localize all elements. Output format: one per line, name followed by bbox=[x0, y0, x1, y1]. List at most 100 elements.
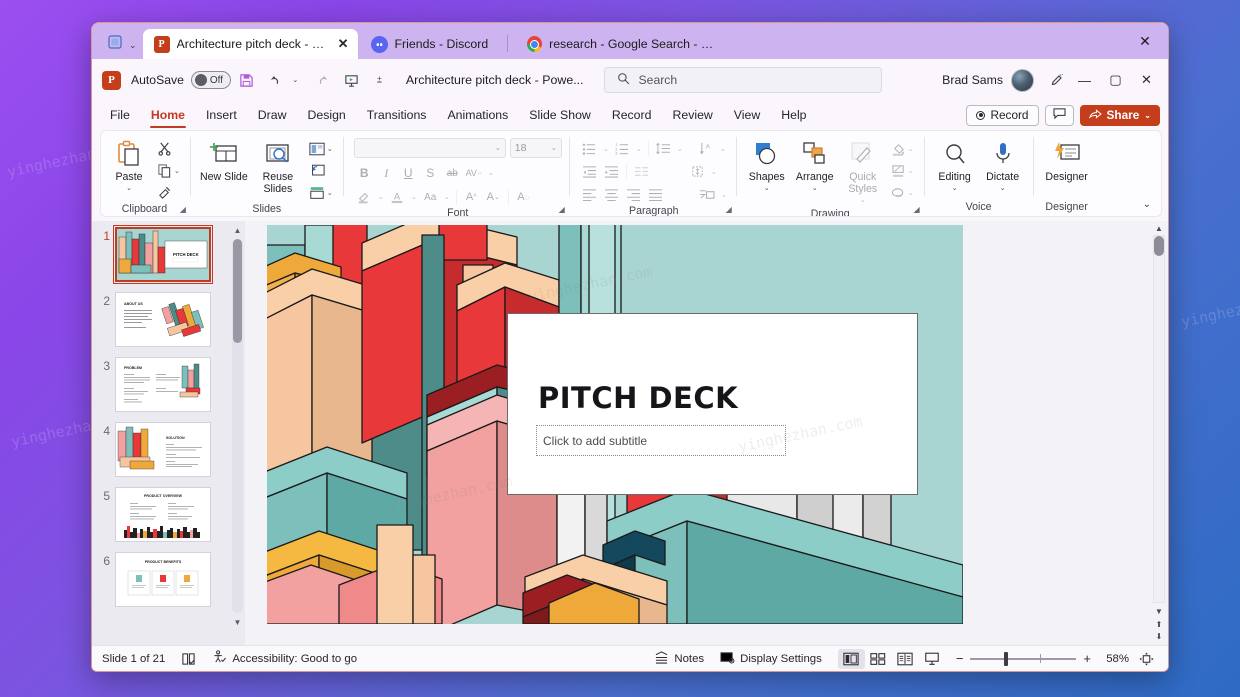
decrease-font-size-button[interactable]: A⌄ bbox=[483, 187, 504, 207]
user-account[interactable]: Brad Sams bbox=[942, 69, 1034, 92]
font-name-chevron-icon[interactable]: ⌄ bbox=[495, 144, 501, 152]
close-button[interactable]: ✕ bbox=[1131, 66, 1162, 94]
tab-architecture-pitch-deck[interactable]: P Architecture pitch deck - Po... ✕ bbox=[143, 29, 358, 59]
smartart-icon[interactable] bbox=[697, 185, 718, 205]
slide-title[interactable]: PITCH DECK bbox=[538, 381, 738, 415]
shapes-chevron-icon[interactable]: ⌄ bbox=[764, 185, 770, 193]
clear-formatting-button[interactable]: A◌ bbox=[513, 187, 534, 207]
change-case-button[interactable]: Aa bbox=[420, 187, 441, 207]
share-button[interactable]: Share ⌄ bbox=[1080, 105, 1161, 126]
change-case-chevron-icon[interactable]: ⌄ bbox=[442, 187, 452, 207]
ribbon-tab-home[interactable]: Home bbox=[141, 104, 195, 127]
paragraph-dialog-launcher[interactable]: ◢ bbox=[726, 205, 732, 214]
reuse-slides-button[interactable]: Reuse Slides bbox=[252, 136, 304, 198]
font-color-chevron-icon[interactable]: ⌄ bbox=[409, 187, 419, 207]
normal-view-button[interactable] bbox=[838, 649, 865, 669]
thumbnail-row[interactable]: 2 ABOUT US bbox=[92, 292, 245, 347]
tab-friends-discord[interactable]: Friends - Discord bbox=[360, 29, 498, 59]
quick-styles-button[interactable]: Quick Styles ⌄ bbox=[840, 136, 886, 208]
bullets-chevron-icon[interactable]: ⌄ bbox=[601, 139, 611, 159]
ribbon-tab-record[interactable]: Record bbox=[602, 104, 662, 127]
scroll-up-icon[interactable]: ▲ bbox=[233, 225, 242, 235]
clipboard-dialog-launcher[interactable]: ◢ bbox=[180, 205, 186, 214]
tab-research-google-search[interactable]: research - Google Search - Goo... bbox=[516, 29, 731, 59]
shapes-button[interactable]: Shapes ⌄ bbox=[744, 136, 790, 196]
bold-button[interactable]: B bbox=[354, 163, 375, 183]
quick-styles-chevron-icon[interactable]: ⌄ bbox=[860, 197, 866, 205]
ribbon-tab-design[interactable]: Design bbox=[297, 104, 355, 127]
pen-icon[interactable] bbox=[1044, 68, 1069, 93]
slide-sorter-button[interactable] bbox=[865, 649, 892, 669]
smartart-chevron-icon[interactable]: ⌄ bbox=[719, 185, 729, 205]
ribbon-tab-review[interactable]: Review bbox=[662, 104, 722, 127]
shape-fill-chevron-icon[interactable]: ⌄ bbox=[908, 145, 914, 153]
zoom-track[interactable] bbox=[970, 658, 1076, 660]
align-text-chevron-icon[interactable]: ⌄ bbox=[709, 162, 719, 182]
accessibility-status[interactable]: Accessibility: Good to go bbox=[212, 650, 357, 667]
line-spacing-chevron-icon[interactable]: ⌄ bbox=[675, 139, 685, 159]
title-placeholder-box[interactable]: PITCH DECK Click to add subtitle bbox=[507, 313, 918, 495]
cut-button[interactable] bbox=[154, 138, 183, 159]
copy-chevron-icon[interactable]: ⌄ bbox=[174, 167, 180, 175]
underline-button[interactable]: U bbox=[398, 163, 419, 183]
shape-effects-chevron-icon[interactable]: ⌄ bbox=[908, 189, 914, 197]
paste-button[interactable]: Paste ⌄ bbox=[106, 136, 152, 196]
scrollbar-thumb[interactable] bbox=[233, 239, 242, 343]
window-close-icon[interactable]: ✕ bbox=[1134, 31, 1156, 51]
arrange-chevron-icon[interactable]: ⌄ bbox=[812, 185, 818, 193]
thumbnail-row[interactable]: 5 PRODUCT OVERVIEW bbox=[92, 487, 245, 542]
autosave-toggle[interactable]: Off bbox=[191, 71, 231, 89]
align-text-icon[interactable] bbox=[687, 162, 708, 182]
layout-button[interactable]: ⌄ bbox=[306, 138, 336, 159]
decrease-indent-icon[interactable] bbox=[579, 162, 600, 182]
font-size-chevron-icon[interactable]: ⌄ bbox=[551, 144, 557, 152]
arrange-button[interactable]: Arrange ⌄ bbox=[792, 136, 838, 196]
undo-chevron-icon[interactable]: ⌄ bbox=[283, 68, 308, 93]
scrollbar-track[interactable] bbox=[1153, 235, 1165, 603]
ribbon-tab-draw[interactable]: Draw bbox=[248, 104, 297, 127]
thumbnail-slide-3[interactable]: PROBLEM bbox=[115, 357, 211, 412]
bullets-icon[interactable] bbox=[579, 139, 600, 159]
align-left-icon[interactable] bbox=[579, 185, 600, 205]
increase-font-size-button[interactable]: A^ bbox=[461, 187, 482, 207]
canvas-scrollbar[interactable]: ▲ ▼ ⬆ ⬇ bbox=[1153, 223, 1165, 643]
editing-chevron-icon[interactable]: ⌄ bbox=[952, 185, 958, 193]
scroll-down-icon[interactable]: ▼ bbox=[1154, 606, 1164, 617]
text-direction-icon[interactable]: A bbox=[696, 139, 717, 159]
numbering-icon[interactable]: 123 bbox=[612, 139, 633, 159]
search-input[interactable]: Search bbox=[604, 67, 882, 93]
comments-button[interactable] bbox=[1045, 105, 1074, 126]
slide-editing-area[interactable]: PITCH DECK Click to add subtitle yinghez… bbox=[267, 225, 963, 624]
new-slide-button[interactable]: New Slide bbox=[198, 136, 250, 186]
thumbnail-row[interactable]: 4 SOLUTION bbox=[92, 422, 245, 477]
ribbon-tab-transitions[interactable]: Transitions bbox=[357, 104, 437, 127]
zoom-knob[interactable] bbox=[1004, 652, 1008, 666]
thumbnail-row[interactable]: 3 PROBLEM bbox=[92, 357, 245, 412]
layout-chevron-icon[interactable]: ⌄ bbox=[327, 145, 333, 153]
thumbnail-row[interactable]: 1 bbox=[92, 227, 245, 282]
columns-icon[interactable] bbox=[631, 162, 652, 182]
slide-thumbnail-pane[interactable]: 1 bbox=[92, 221, 245, 645]
text-direction-chevron-icon[interactable]: ⌄ bbox=[718, 139, 728, 159]
font-size-input[interactable]: 18 ⌄ bbox=[510, 138, 562, 158]
thumbnail-scrollbar[interactable]: ▲ ▼ bbox=[232, 225, 243, 627]
dictate-button[interactable]: Dictate ⌄ bbox=[980, 136, 1026, 196]
subtitle-placeholder[interactable]: Click to add subtitle bbox=[536, 425, 786, 456]
text-highlight-icon[interactable] bbox=[354, 187, 375, 207]
format-painter-button[interactable] bbox=[154, 182, 183, 203]
italic-button[interactable]: I bbox=[376, 163, 397, 183]
next-slide-icon[interactable]: ⬇ bbox=[1154, 631, 1164, 642]
align-center-icon[interactable] bbox=[601, 185, 622, 205]
scrollbar-thumb[interactable] bbox=[1154, 236, 1164, 256]
shape-fill-icon[interactable]: ⌄ bbox=[888, 138, 917, 159]
ribbon-tab-file[interactable]: File bbox=[100, 104, 140, 127]
ribbon-tab-help[interactable]: Help bbox=[771, 104, 816, 127]
font-color-icon[interactable]: A bbox=[387, 187, 408, 207]
highlight-chevron-icon[interactable]: ⌄ bbox=[376, 187, 386, 207]
spell-check-icon[interactable] bbox=[181, 652, 196, 666]
ribbon-tab-insert[interactable]: Insert bbox=[196, 104, 247, 127]
thumbnail-slide-2[interactable]: ABOUT US bbox=[115, 292, 211, 347]
ribbon-tab-view[interactable]: View bbox=[724, 104, 770, 127]
copy-button[interactable]: ⌄ bbox=[154, 160, 183, 181]
fit-to-window-button[interactable] bbox=[1133, 649, 1160, 669]
